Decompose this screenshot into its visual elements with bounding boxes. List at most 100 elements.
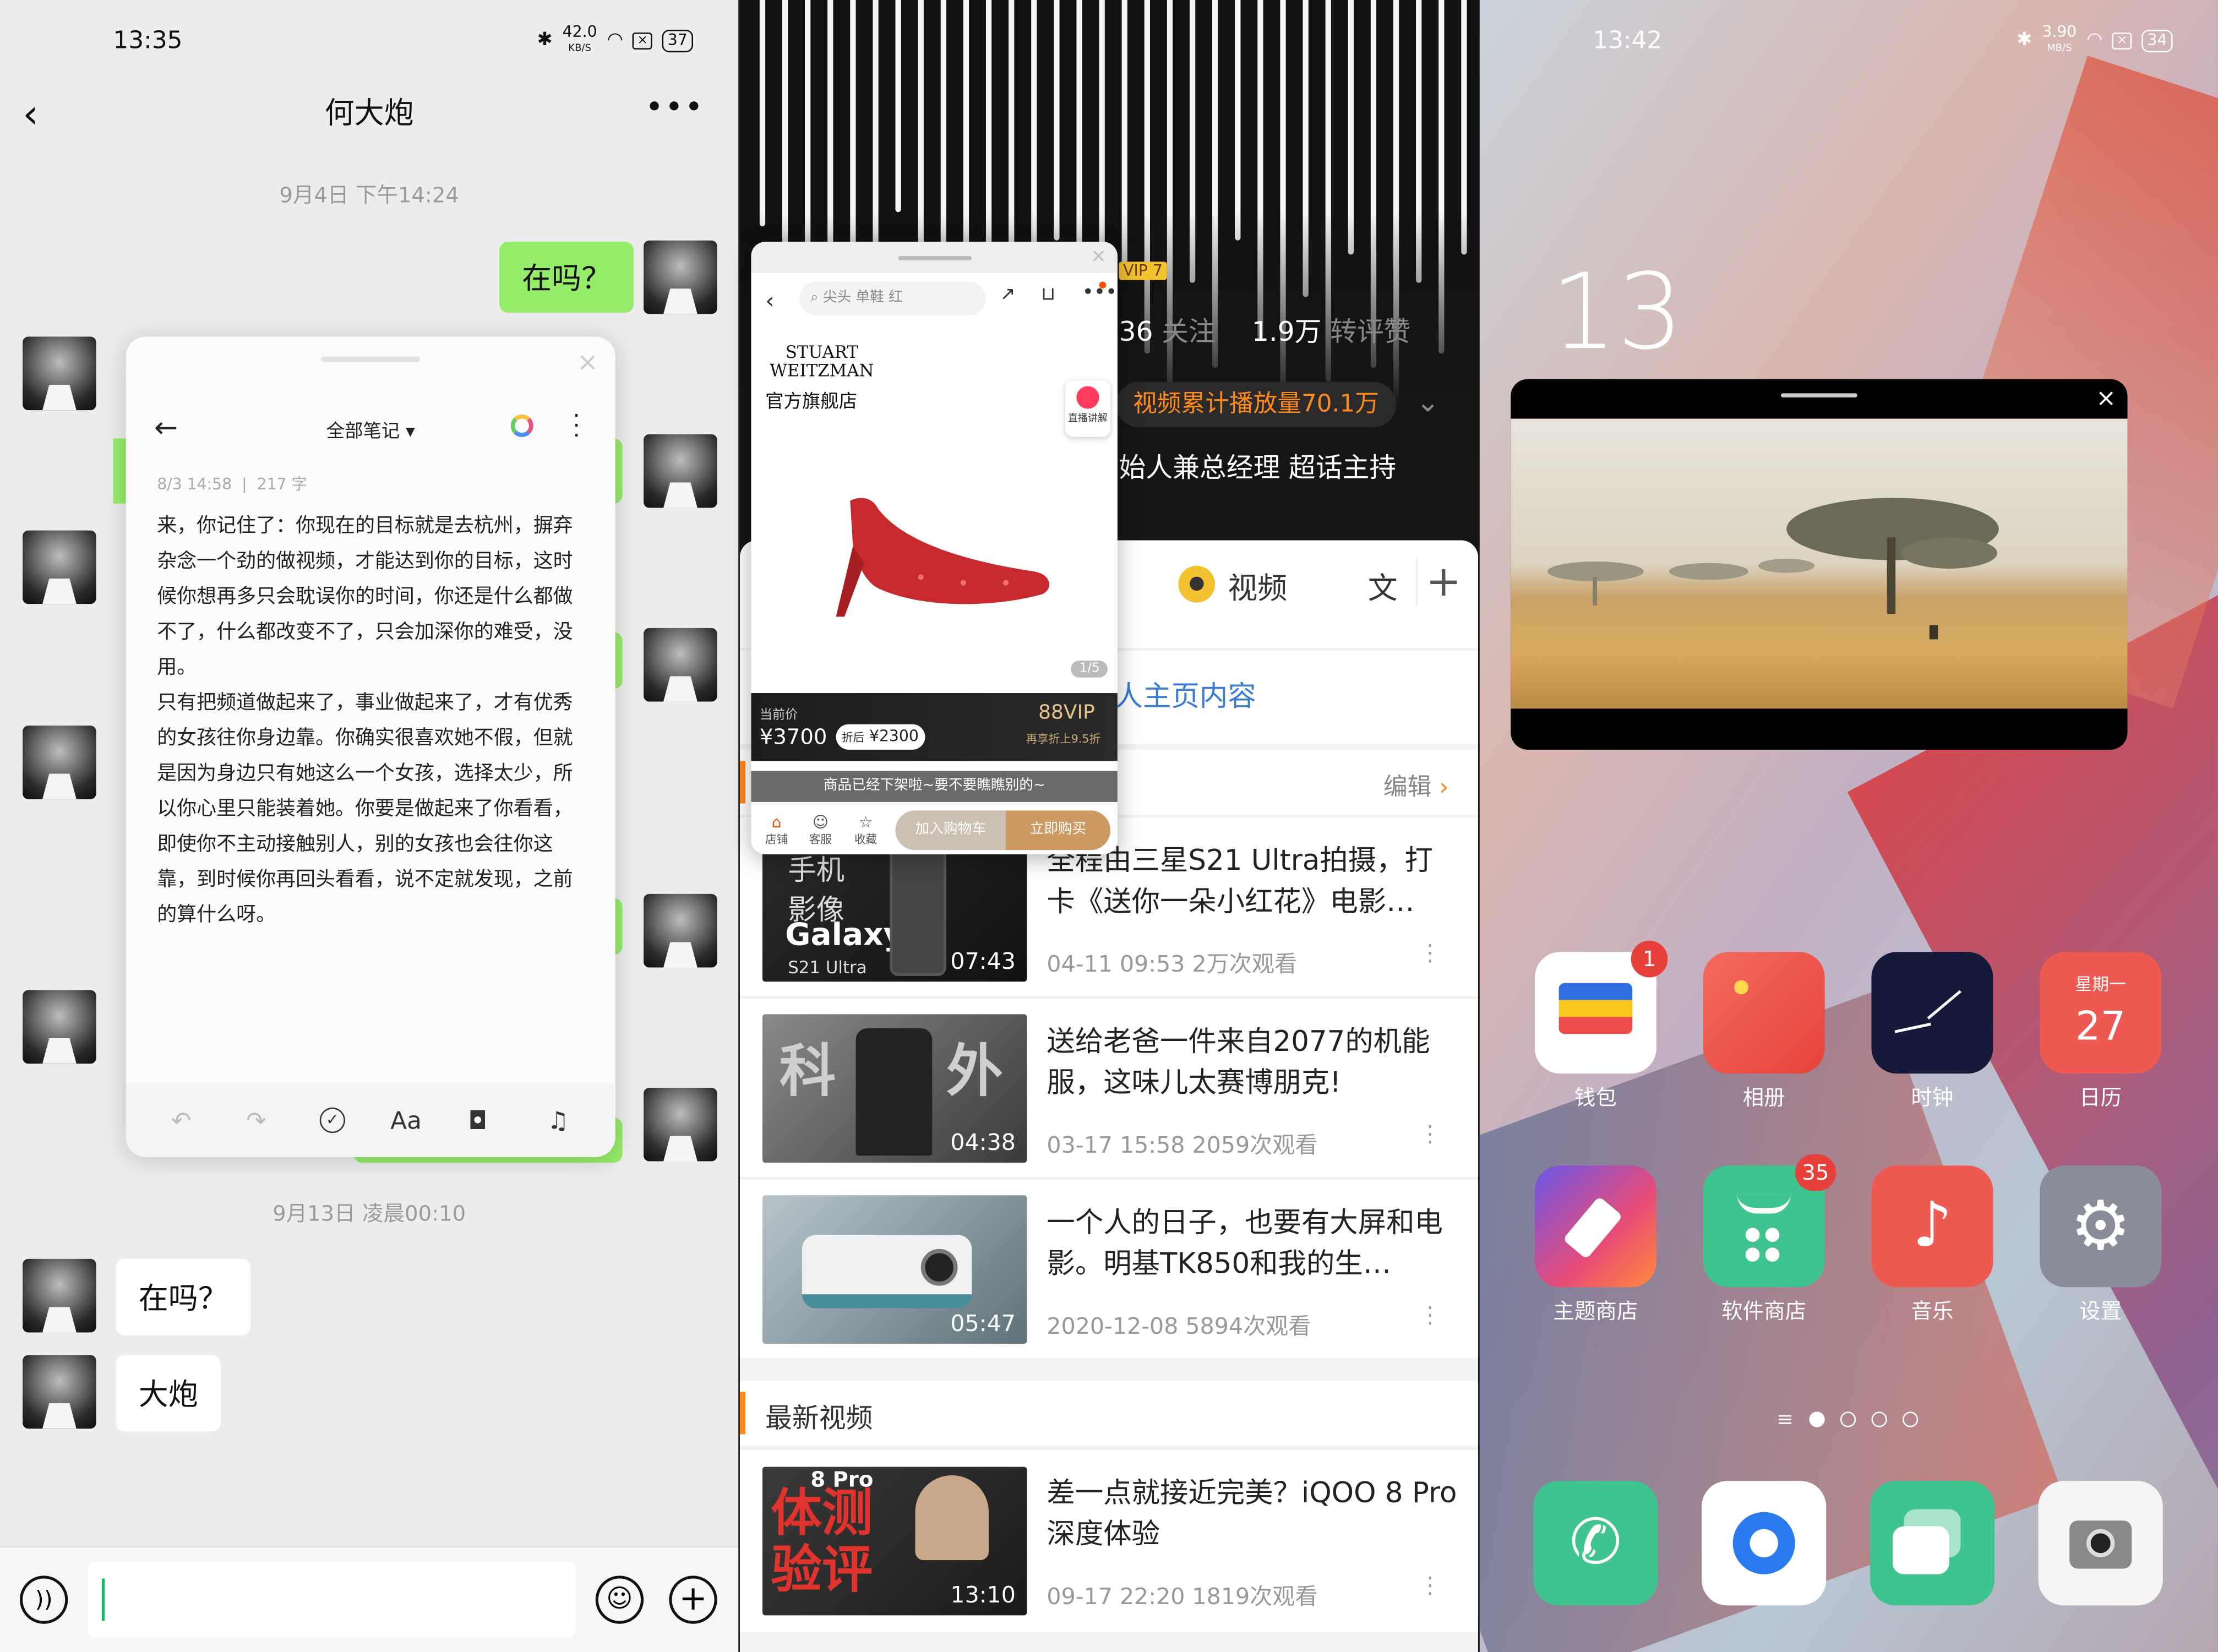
more-vertical-icon[interactable]: ⋮ — [1419, 939, 1441, 966]
more-button[interactable]: ••• — [645, 90, 705, 126]
redo-icon[interactable]: ↷ — [246, 1108, 266, 1136]
avatar-self[interactable] — [644, 628, 717, 702]
sent-message[interactable]: 在吗？ — [499, 242, 634, 313]
close-icon[interactable]: × — [577, 348, 598, 378]
microphone-icon[interactable]: ♫ — [547, 1108, 569, 1136]
voice-icon[interactable]: )) — [19, 1575, 68, 1624]
drag-handle[interactable] — [321, 356, 421, 362]
more-vertical-icon[interactable]: ⋮ — [1419, 1120, 1441, 1147]
avatar-contact[interactable] — [23, 990, 96, 1064]
network-speed: 42.0 KB/S — [562, 23, 597, 54]
back-arrow-icon[interactable]: ‹ — [765, 287, 774, 314]
phone-icon[interactable]: ✆ — [1533, 1481, 1658, 1606]
messages-icon[interactable] — [1870, 1481, 1994, 1606]
more-vertical-icon[interactable]: ⋮ — [1419, 1301, 1441, 1328]
avatar-self[interactable] — [644, 434, 717, 508]
tab-store[interactable]: ⌂ 店铺 — [765, 813, 788, 847]
avatar-self[interactable] — [644, 240, 717, 314]
avatar-contact[interactable] — [23, 1355, 96, 1429]
chevron-down-icon[interactable]: ⌄ — [1416, 385, 1440, 419]
page-dot-active[interactable] — [1809, 1411, 1825, 1427]
share-icon[interactable]: ↗ — [1000, 284, 1016, 306]
video-item[interactable]: 8 Pro 体测 验评 13:10 差一点就接近完美？iQOO 8 Pro 深度体… — [739, 1448, 1479, 1633]
app-label: 时钟 — [1911, 1084, 1954, 1111]
avatar-contact[interactable] — [23, 1258, 96, 1333]
cart-icon[interactable]: ⊔ — [1041, 284, 1055, 306]
window-handle-bar[interactable]: × — [751, 242, 1118, 273]
latest-label: 最新视频 — [765, 1403, 873, 1435]
shop-floating-window[interactable]: × ‹ ⌕ 尖头 单鞋 红 ↗ ⊔ ••• STUART WEITZMAN 官方旗… — [751, 242, 1118, 854]
tab-favorite[interactable]: ☆ 收藏 — [854, 813, 877, 847]
more-vertical-icon[interactable]: · · · — [573, 404, 580, 446]
plus-icon[interactable]: + — [669, 1575, 717, 1624]
emoji-icon[interactable]: ☺ — [595, 1575, 644, 1624]
app-store-icon: 35 — [1703, 1154, 1836, 1288]
avatar-self[interactable] — [644, 893, 717, 968]
floating-video-window[interactable]: × — [1511, 379, 2128, 750]
video-item[interactable]: 科 外 04:38 送给老爸一件来自2077的机能服，这味儿太赛博朋克! 03-… — [739, 999, 1479, 1177]
video-title[interactable]: 一个人的日子，也要有大屏和电影。明基TK850和我的生… — [1047, 1202, 1459, 1284]
page-dot[interactable] — [1902, 1411, 1919, 1427]
app-settings[interactable]: ⚙ 设置 — [2039, 1165, 2163, 1325]
note-folder-select[interactable]: 全部笔记 ▾ — [126, 416, 615, 443]
app-calendar[interactable]: 星期一 27 日历 — [2039, 952, 2163, 1111]
tab-video[interactable]: 视频 — [1228, 566, 1287, 608]
tab-article[interactable]: 文 — [1368, 566, 1398, 608]
tab-service[interactable]: ☺ 客服 — [809, 813, 832, 847]
page-list-icon[interactable]: ≡ — [1776, 1409, 1793, 1431]
buy-now-button[interactable]: 立即购买 — [1005, 810, 1111, 850]
camera-icon[interactable] — [2038, 1481, 2163, 1606]
more-vertical-icon[interactable]: ⋮ — [1419, 1572, 1441, 1599]
app-label: 软件商店 — [1721, 1298, 1807, 1324]
network-speed: 3.90 MB/S — [2042, 23, 2077, 54]
add-tab-icon[interactable]: + — [1416, 557, 1462, 607]
store-icon: ⌂ — [771, 813, 782, 832]
discount-tag: 折后 ¥2300 — [836, 724, 925, 750]
thumb-text: S21 Ultra — [788, 957, 867, 978]
undo-icon[interactable]: ↶ — [171, 1108, 192, 1136]
camera-icon[interactable]: ◘ — [468, 1108, 488, 1136]
live-button[interactable]: 直播讲解 — [1065, 380, 1111, 437]
edit-button[interactable]: 编辑 › — [1383, 767, 1449, 802]
add-to-cart-button[interactable]: 加入购物车 — [895, 810, 1006, 850]
phone-image — [890, 841, 946, 976]
clock-widget[interactable]: 13 — [1550, 252, 1683, 373]
close-icon[interactable]: × — [2096, 385, 2116, 413]
bluetooth-icon: ✱ — [537, 29, 553, 51]
avatar-self[interactable] — [644, 1087, 717, 1162]
app-app-store[interactable]: 35 软件商店 — [1702, 1154, 1836, 1325]
app-music[interactable]: ♪ 音乐 — [1870, 1165, 1994, 1325]
follow-stat[interactable]: 36 关注 — [1119, 311, 1215, 349]
video-item[interactable]: 05:47 一个人的日子，也要有大屏和电影。明基TK850和我的生… 2020-… — [739, 1179, 1479, 1358]
notification-badge: 35 — [1795, 1154, 1836, 1191]
note-floating-window[interactable]: × ← 全部笔记 ▾ · · · 8/3 14:58 | 217 字 来，你记住了：… — [126, 336, 615, 1157]
avatar-contact[interactable] — [23, 530, 96, 604]
page-dot[interactable] — [1871, 1411, 1887, 1427]
app-gallery[interactable]: 相册 — [1702, 952, 1826, 1111]
product-shoe-image[interactable] — [822, 489, 1062, 624]
store-name[interactable]: 官方旗舰店 — [765, 386, 857, 413]
video-title[interactable]: 差一点就接近完美？iQOO 8 Pro 深度体验 — [1047, 1473, 1459, 1555]
video-title[interactable]: 送给老爸一件来自2077的机能服，这味儿太赛博朋克! — [1047, 1021, 1459, 1103]
received-message[interactable]: 大炮 — [116, 1355, 221, 1432]
avatar-contact[interactable] — [23, 336, 96, 411]
browser-icon[interactable] — [1702, 1481, 1827, 1606]
service-icon: ☺ — [812, 813, 829, 832]
color-palette-icon[interactable] — [510, 414, 533, 437]
page-dot[interactable] — [1840, 1411, 1856, 1427]
font-format-button[interactable]: Aa — [390, 1108, 422, 1136]
likes-stat[interactable]: 1.9万 转评赞 — [1252, 311, 1411, 349]
avatar-contact[interactable] — [23, 726, 96, 799]
app-clock[interactable]: 时钟 — [1870, 952, 1994, 1111]
app-wallet[interactable]: 1 钱包 — [1533, 940, 1668, 1111]
price-bar: 当前价 ¥3700 折后 ¥2300 88VIP 再享折上9.5折 — [751, 693, 1118, 761]
checklist-icon[interactable]: ✓ — [319, 1107, 345, 1133]
shop-search-input[interactable]: ⌕ 尖头 单鞋 红 — [799, 281, 986, 315]
message-input[interactable] — [88, 1561, 576, 1638]
app-theme-store[interactable]: 主题商店 — [1533, 1165, 1658, 1325]
note-body[interactable]: 来，你记住了：你现在的目标就是去杭州，摒弃杂念一个劲的做视频，才能达到你的目标，… — [157, 509, 581, 934]
drag-handle[interactable] — [1781, 393, 1857, 398]
received-message[interactable]: 在吗？ — [116, 1258, 250, 1335]
sim-icon: × — [633, 31, 652, 49]
close-icon[interactable]: × — [1091, 246, 1106, 268]
